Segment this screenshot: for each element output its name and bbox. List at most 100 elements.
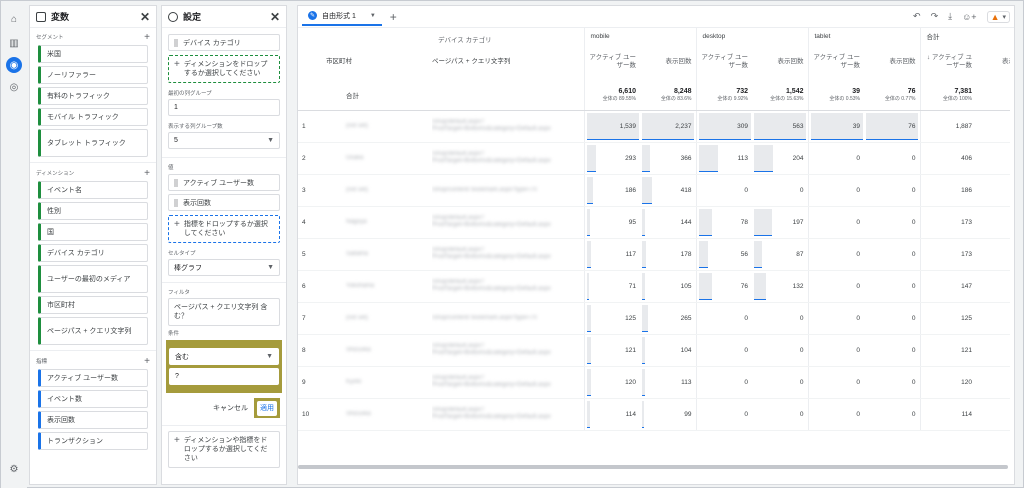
add-metric-icon[interactable]: +: [144, 356, 150, 367]
value-cell: 2: [976, 110, 1010, 143]
value-cell: 121: [583, 334, 640, 367]
table-row[interactable]: 10 Shizuoka/shop/default.aspx?ProdTarget=…: [298, 398, 1010, 431]
drag-handle-icon[interactable]: [174, 178, 178, 187]
home-icon[interactable]: ⌂: [6, 11, 22, 27]
cell-type-select[interactable]: 棒グラフ ▼: [168, 259, 280, 276]
advertising-icon[interactable]: ◎: [6, 79, 22, 95]
total-share: 全体の: [976, 95, 1010, 102]
segment-chip[interactable]: ノーリファラー: [38, 66, 148, 84]
dimension-chip[interactable]: ページパス + クエリ文字列: [38, 317, 148, 345]
add-dimension-icon[interactable]: +: [144, 168, 150, 179]
cancel-button[interactable]: キャンセル: [213, 403, 248, 413]
horizontal-scrollbar[interactable]: [298, 465, 1008, 469]
filter-buttons: キャンセル 適用: [162, 396, 286, 420]
value-cell: 1,539: [583, 110, 640, 143]
download-icon[interactable]: ⤓: [948, 11, 952, 22]
undo-icon[interactable]: ↶: [913, 11, 921, 22]
total-value: 6,610: [618, 87, 636, 95]
metric-header[interactable]: 表示回数: [752, 44, 808, 80]
filter-dropzone[interactable]: + ディメンションや指標をドロップするか選択してください: [168, 431, 280, 468]
column-dimension-chip[interactable]: デバイス カテゴリ: [168, 34, 280, 51]
column-drop-text: ディメンションをドロップするか選択してください: [183, 61, 268, 77]
segment-chip[interactable]: モバイル トラフィック: [38, 108, 148, 126]
dimension-chip[interactable]: 性別: [38, 202, 148, 220]
value-cell: 309: [695, 110, 752, 143]
total-value: 9,8: [976, 88, 1010, 95]
drag-handle-icon[interactable]: [174, 198, 178, 207]
table-row[interactable]: 1 (not set) /shop/default.aspx?ProdTarget=…: [298, 110, 1010, 143]
apply-button[interactable]: 適用: [257, 401, 277, 416]
table-row[interactable]: 5 Saitama/shop/default.aspx?ProdTarget=Bo…: [298, 238, 1010, 271]
explore-icon[interactable]: ◉: [6, 57, 22, 73]
dimension-chip[interactable]: ユーザーの最初のメディア: [38, 265, 148, 293]
segment-chip[interactable]: 有料のトラフィック: [38, 87, 148, 105]
close-icon[interactable]: ✕: [270, 10, 280, 24]
metric-chip[interactable]: 表示回数: [38, 411, 148, 429]
value-cell: 87: [752, 238, 808, 271]
add-tab-button[interactable]: +: [390, 10, 397, 24]
plus-icon: +: [174, 435, 180, 446]
drag-handle-icon[interactable]: [174, 38, 178, 47]
warning-button[interactable]: ▲ ▾: [986, 10, 1010, 23]
value-cell: 120: [919, 366, 976, 399]
expression-input[interactable]: ?: [169, 368, 279, 385]
start-group-input[interactable]: 1: [168, 99, 280, 116]
dimensions-section: ディメンション +: [30, 168, 156, 179]
divider: [30, 162, 156, 163]
tab-freeform-1[interactable]: ✎ 自由形式 1 ▼: [302, 8, 382, 26]
value-cell: [976, 398, 1010, 431]
cell-value: 0: [856, 346, 860, 354]
cell-value: 99: [684, 410, 692, 418]
redo-icon[interactable]: ↷: [931, 11, 939, 22]
cell-value: 0: [911, 314, 916, 322]
metric-header[interactable]: 表示回数: [864, 44, 920, 80]
close-icon[interactable]: ✕: [140, 10, 150, 24]
table-row[interactable]: 7 (not set) /shop/content/ bookmark.aspx?t…: [298, 302, 1010, 335]
device-header-mobile: mobile: [583, 28, 696, 44]
metric-header[interactable]: アクティブ ユーザー数: [583, 44, 640, 80]
segment-chip[interactable]: タブレット トラフィック: [38, 129, 148, 157]
filter-summary[interactable]: ページパス + クエリ文字列 含む？: [168, 298, 280, 326]
dimension-chip[interactable]: デバイス カテゴリ: [38, 244, 148, 262]
metric-header[interactable]: 表示回数: [976, 44, 1010, 80]
settings-icon[interactable]: ⚙: [6, 461, 22, 477]
column-dropzone[interactable]: + ディメンションをドロップするか選択してください: [168, 55, 280, 83]
value-chip-active-users[interactable]: アクティブ ユーザー数: [168, 174, 280, 191]
table-row[interactable]: 4 Nagoya/shop/default.aspx?ProdTarget=Bot…: [298, 206, 1010, 239]
value-cell: 0: [752, 334, 808, 367]
share-user-icon[interactable]: ☺+: [962, 12, 976, 22]
metric-header[interactable]: 表示回数: [640, 44, 696, 80]
chevron-down-icon[interactable]: ▼: [370, 13, 376, 19]
metric-chip[interactable]: トランザクション: [38, 432, 148, 450]
metric-dropzone[interactable]: + 指標をドロップするか選択してください: [168, 215, 280, 243]
add-segment-icon[interactable]: +: [144, 32, 150, 43]
cell-value: 0: [911, 250, 916, 258]
table-row[interactable]: 2 Osaka/shop/default.aspx?ProdTarget=Bott…: [298, 142, 1010, 175]
tab-label: 自由形式 1: [322, 12, 356, 20]
value-cell: [976, 302, 1010, 335]
metric-header-sorted[interactable]: ↓ アクティブ ユーザー数: [919, 44, 976, 80]
show-groups-select[interactable]: 5 ▼: [168, 132, 280, 149]
metric-chip[interactable]: アクティブ ユーザー数: [38, 369, 148, 387]
total-cell: 1,542 全体の 15.63%: [752, 80, 808, 111]
table-row[interactable]: 6 Yokohama/shop/default.aspx?ProdTarget=B…: [298, 270, 1010, 303]
metric-header[interactable]: アクティブ ユーザー数: [695, 44, 752, 80]
metric-chip[interactable]: イベント数: [38, 390, 148, 408]
filters-label: フィルタ: [168, 290, 190, 296]
segment-chip[interactable]: 米国: [38, 45, 148, 63]
gear-icon: [168, 11, 178, 22]
reports-icon[interactable]: ▥: [6, 35, 22, 51]
table-row[interactable]: 3 (not set) /shop/content/ bookmark.aspx?t…: [298, 174, 1010, 207]
dimension-chip[interactable]: 市区町村: [38, 296, 148, 314]
metric-header[interactable]: アクティブ ユーザー数: [807, 44, 864, 80]
table-row[interactable]: 9 Kyoto/shop/default.aspx?ProdTarget=Bott…: [298, 366, 1010, 399]
total-share: 全体の 89.55%: [602, 95, 636, 102]
device-header-row: デバイス カテゴリ mobile desktop tablet 合計: [298, 28, 1010, 44]
condition-select[interactable]: 含む ▼: [169, 348, 279, 365]
table-row[interactable]: 8 Shizuoka/shop/default.aspx?ProdTarget=B…: [298, 334, 1010, 367]
dimension-chip[interactable]: イベント名: [38, 181, 148, 199]
dimension-chip[interactable]: 国: [38, 223, 148, 241]
cell-value: 0: [799, 378, 804, 386]
settings-title: 設定: [183, 12, 202, 22]
value-chip-views[interactable]: 表示回数: [168, 194, 280, 211]
